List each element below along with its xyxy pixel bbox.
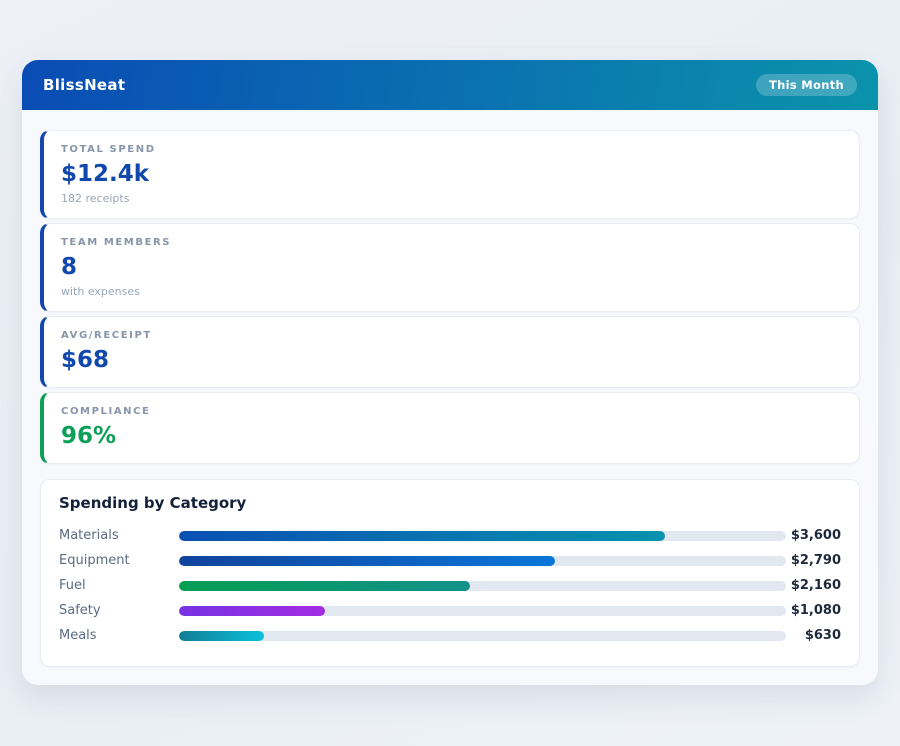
stat-label: AVG/RECEIPT <box>61 330 152 341</box>
category-value: $2,790 <box>790 553 841 568</box>
spending-by-category-chart: Spending by Category Materials $3,600 Eq… <box>40 479 860 667</box>
stat-subtext: with expenses <box>61 285 140 298</box>
period-filter-badge[interactable]: This Month <box>755 74 857 96</box>
category-row-meals: Meals $630 <box>59 623 841 648</box>
bar-fill <box>179 580 471 591</box>
stat-value: 8 <box>61 254 78 280</box>
category-value: $1,080 <box>790 603 841 618</box>
app-title: BlissNeat <box>43 76 126 94</box>
category-label: Equipment <box>59 553 130 568</box>
bar-fill <box>179 555 556 566</box>
stat-card-compliance: COMPLIANCE 96% <box>40 392 860 464</box>
category-row-safety: Safety $1,080 <box>59 598 841 623</box>
expense-dashboard-panel: BlissNeat This Month TOTAL SPEND $12.4k … <box>22 60 878 685</box>
category-value: $3,600 <box>790 528 841 543</box>
app-header: BlissNeat This Month <box>22 60 878 110</box>
stat-label: TOTAL SPEND <box>61 144 156 155</box>
stat-value: $68 <box>61 347 110 373</box>
category-row-fuel: Fuel $2,160 <box>59 573 841 598</box>
bar-fill <box>179 530 665 541</box>
category-label: Fuel <box>59 578 86 593</box>
category-value: $630 <box>804 628 841 643</box>
bar-track <box>179 555 786 566</box>
bar-fill <box>179 605 325 616</box>
stat-card-team-members: TEAM MEMBERS 8 with expenses <box>40 223 860 312</box>
stat-card-total-spend: TOTAL SPEND $12.4k 182 receipts <box>40 130 860 219</box>
category-value: $2,160 <box>790 578 841 593</box>
category-label: Safety <box>59 603 101 618</box>
stat-value: 96% <box>61 423 117 449</box>
bar-fill <box>179 630 264 641</box>
bar-track <box>179 605 786 616</box>
bar-track <box>179 630 786 641</box>
bar-track <box>179 580 786 591</box>
chart-title: Spending by Category <box>59 494 247 512</box>
stat-label: TEAM MEMBERS <box>61 237 172 248</box>
dashboard-body: TOTAL SPEND $12.4k 182 receipts TEAM MEM… <box>22 110 878 685</box>
category-label: Meals <box>59 628 97 643</box>
category-label: Materials <box>59 528 119 543</box>
stat-label: COMPLIANCE <box>61 406 151 417</box>
bar-track <box>179 530 786 541</box>
category-row-equipment: Equipment $2,790 <box>59 548 841 573</box>
stat-subtext: 182 receipts <box>61 192 130 205</box>
stat-card-avg-receipt: AVG/RECEIPT $68 <box>40 316 860 388</box>
stat-value: $12.4k <box>61 161 150 187</box>
category-row-materials: Materials $3,600 <box>59 523 841 548</box>
